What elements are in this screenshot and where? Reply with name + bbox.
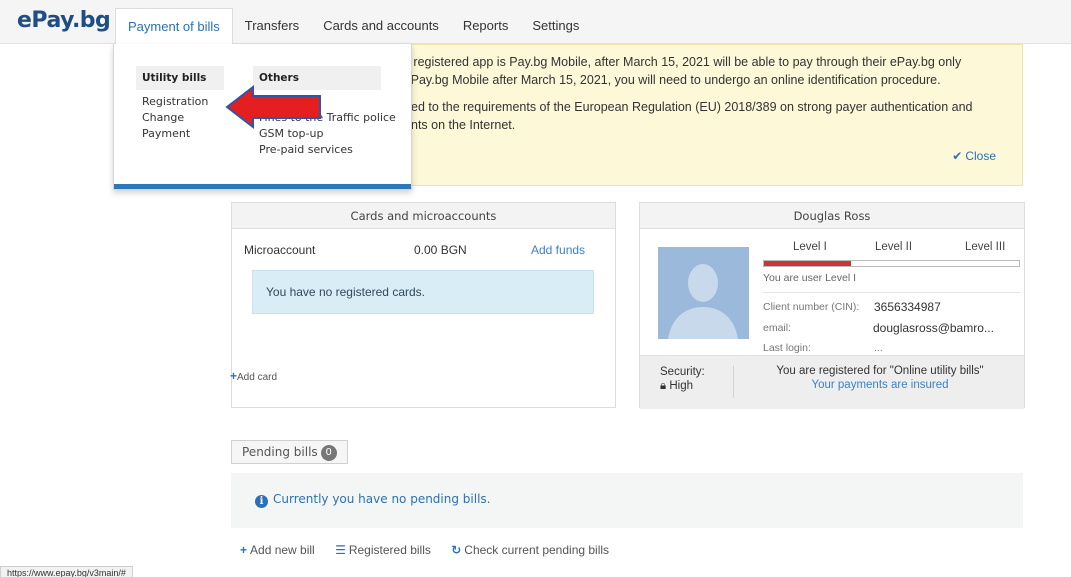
pending-count-badge: 0 [320, 445, 337, 461]
menu-item-registration[interactable]: Registration [142, 94, 224, 110]
top-navigation: ePay.bg Payment of bills Transfers Cards… [0, 0, 1071, 45]
cards-panel: Cards and microaccounts Microaccount 0.0… [230, 202, 616, 408]
level-1-label: Level I [793, 241, 827, 253]
security-value: High [669, 380, 693, 392]
check-icon: ✔ [952, 149, 963, 163]
microaccount-label: Microaccount [244, 243, 316, 257]
pending-bills-message: i Currently you have no pending bills. [255, 492, 490, 508]
red-arrow-annotation [225, 84, 321, 130]
add-card-label: Add card [237, 372, 278, 383]
pending-bills-label: Pending bills [242, 445, 318, 459]
pending-bills-box: i Currently you have no pending bills. [231, 473, 1023, 528]
level-2-label: Level II [875, 241, 913, 253]
registered-text: You are registered for "Online utility b… [776, 365, 984, 377]
notice-line-3: ed to the requirements of the European R… [411, 100, 973, 114]
menu-item-pre-paid-services[interactable]: Pre-paid services [259, 142, 381, 158]
bill-actions: + Add new bill ☰ Registered bills ↻ Check c… [240, 543, 626, 557]
profile-name: Douglas Ross [640, 203, 1024, 229]
nav-reports[interactable]: Reports [451, 8, 521, 44]
close-label: Close [965, 149, 996, 163]
last-login-value: ... [874, 342, 883, 354]
notice-line-2: r Pay.bg Mobile after March 15, 2021, yo… [403, 73, 941, 87]
last-login-label: Last login: [763, 342, 811, 354]
avatar [658, 247, 749, 339]
notice-line-1: a registered app is Pay.bg Mobile, after… [403, 55, 962, 69]
level-progress-bar [763, 260, 1020, 267]
client-number-value: 3656334987 [874, 300, 941, 314]
utility-bills-heading: Utility bills [136, 66, 224, 90]
nav-transfers[interactable]: Transfers [233, 8, 311, 44]
registered-bills-label: Registered bills [348, 543, 431, 557]
insured-text: Your payments are insured [811, 379, 949, 391]
registration-info: You are registered for "Online utility b… [770, 365, 990, 391]
profile-panel: Douglas Ross Level I Level II Level III … [639, 202, 1025, 409]
user-level-text: You are user Level I [763, 272, 857, 284]
pending-message-text: Currently you have no pending bills. [273, 492, 491, 506]
security-row: Security: 🔒︎ High You are registered for… [640, 355, 1024, 409]
nav-settings[interactable]: Settings [520, 8, 591, 44]
no-cards-alert: You have no registered cards. [252, 270, 594, 314]
plus-icon: + [240, 543, 248, 557]
add-new-bill-label: Add new bill [250, 543, 315, 557]
user-silhouette-icon [658, 247, 749, 339]
notice-line-4: nts on the Internet. [411, 118, 516, 132]
client-number-label: Client number (CIN): [763, 301, 860, 313]
check-pending-bills-link[interactable]: ↻ Check current pending bills [451, 543, 609, 557]
info-icon: i [255, 495, 268, 508]
add-card-link[interactable]: +Add card [230, 369, 277, 383]
email-value: douglasross@bamro... [873, 321, 994, 335]
browser-status-url: https://www.epay.bg/v3main/# [0, 566, 133, 577]
microaccount-balance: 0.00 BGN [414, 243, 467, 257]
divider [763, 292, 1020, 293]
menu-item-change[interactable]: Change [142, 110, 224, 126]
registered-bills-link[interactable]: ☰ Registered bills [335, 543, 431, 557]
security-label: Security: [660, 366, 705, 378]
plus-icon: + [230, 369, 238, 383]
nav-cards-and-accounts[interactable]: Cards and accounts [311, 8, 451, 44]
menu-item-payment[interactable]: Payment [142, 126, 224, 142]
notice-close-button[interactable]: ✔ Close [952, 149, 996, 163]
pending-bills-tab[interactable]: Pending bills 0 [231, 440, 348, 464]
lock-icon: 🔒︎ [660, 380, 667, 392]
level-progress-fill [764, 261, 851, 266]
refresh-icon: ↻ [451, 543, 462, 557]
epay-logo[interactable]: ePay.bg [17, 8, 111, 33]
list-icon: ☰ [335, 543, 346, 557]
main-nav: Payment of bills Transfers Cards and acc… [115, 8, 591, 45]
add-funds-link[interactable]: Add funds [531, 243, 585, 257]
add-new-bill-link[interactable]: + Add new bill [240, 543, 315, 557]
security-info: Security: 🔒︎ High [660, 366, 705, 393]
level-3-label: Level III [965, 241, 1006, 253]
utility-bills-column: Utility bills Registration Change Paymen… [136, 66, 224, 142]
cards-panel-title: Cards and microaccounts [232, 203, 615, 229]
check-pending-bills-label: Check current pending bills [464, 543, 610, 557]
nav-payment-of-bills[interactable]: Payment of bills [115, 8, 233, 45]
security-divider [733, 366, 734, 398]
dropdown-bottom-bar [114, 184, 411, 189]
email-label: email: [763, 322, 792, 334]
